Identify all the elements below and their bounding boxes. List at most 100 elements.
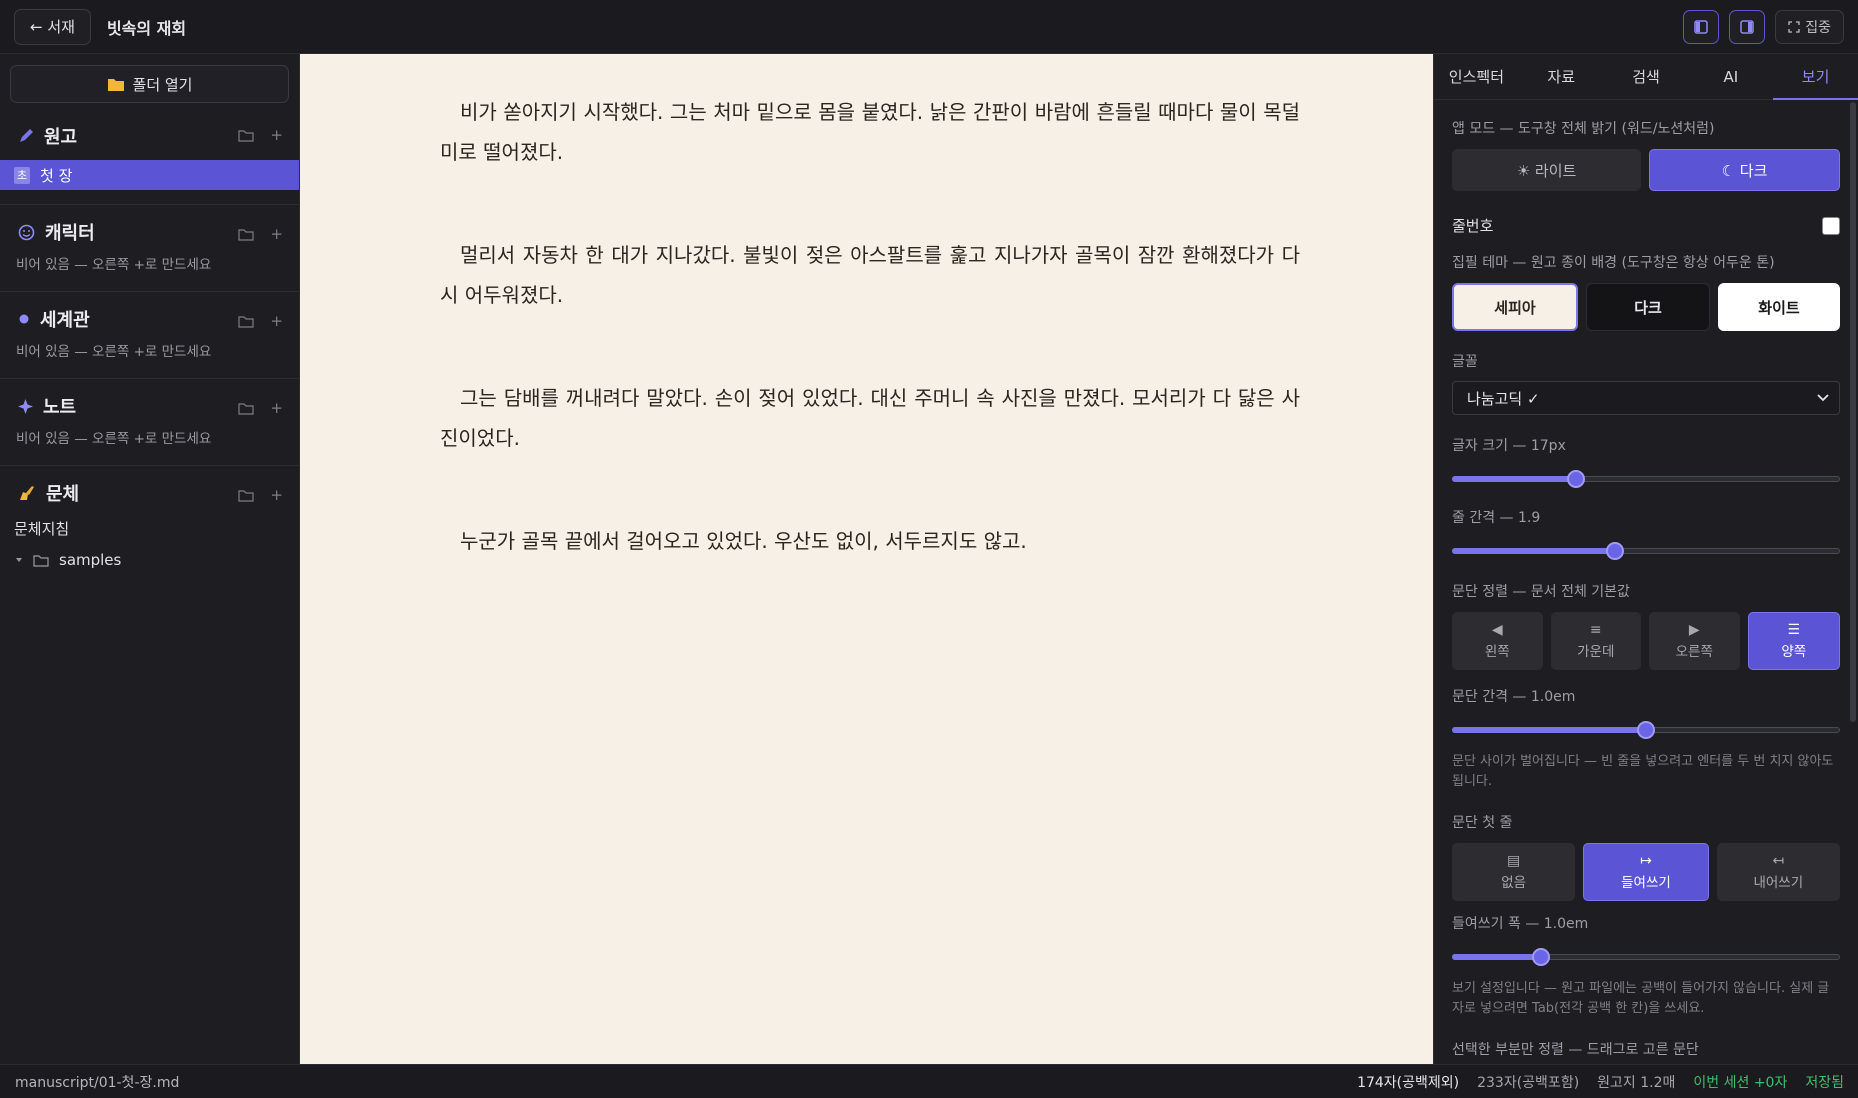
style-actions: + [238, 486, 283, 504]
fullscreen-icon [1788, 21, 1800, 33]
new-folder-icon[interactable] [238, 129, 255, 142]
first-line-none-label: 없음 [1501, 874, 1527, 891]
paragraph[interactable]: 누군가 골목 끝에서 걸어오고 있었다. 우산도 없이, 서두르지도 않고. [440, 521, 1300, 561]
paragraph[interactable]: 비가 쏟아지기 시작했다. 그는 처마 밑으로 몸을 붙였다. 낡은 간판이 바… [440, 92, 1300, 172]
open-folder-label: 폴더 열기 [132, 75, 193, 94]
manuscript-title: 원고 [44, 127, 78, 148]
file-label: 첫 장 [40, 166, 73, 185]
selection-align-label: 선택한 부분만 정렬 — 드래그로 고른 문단 [1452, 1042, 1699, 1058]
tab-resources[interactable]: 자료 [1519, 54, 1604, 99]
line-height-slider[interactable] [1452, 542, 1840, 560]
tab-ai[interactable]: AI [1688, 54, 1773, 99]
status-bar: manuscript/01-첫-장.md 174자(공백제외) 233자(공백포… [0, 1064, 1858, 1098]
add-note-button[interactable]: + [270, 399, 283, 417]
first-line-outdent-label: 내어쓰기 [1753, 874, 1804, 891]
first-line-none-button[interactable]: ▤ 없음 [1452, 843, 1576, 901]
tab-view[interactable]: 보기 [1773, 54, 1858, 100]
theme-white-button[interactable]: 화이트 [1718, 283, 1840, 331]
slider-thumb[interactable] [1567, 470, 1586, 488]
chevron-down-icon [16, 558, 22, 562]
back-to-library-button[interactable]: ← 서재 [14, 8, 91, 45]
app-mode-label: 앱 모드 — 도구창 전체 밝기 (워드/노션처럼) [1452, 121, 1715, 137]
add-manuscript-button[interactable]: + [270, 126, 283, 144]
line-numbers-checkbox[interactable] [1822, 216, 1840, 235]
session-count: 이번 세션 +0자 [1693, 1074, 1788, 1091]
new-folder-icon[interactable] [238, 228, 255, 241]
characters-section: 캐릭터 + 비어 있음 — 오른쪽 +로 만드세요 [0, 205, 299, 292]
notes-section: 노트 + 비어 있음 — 오른쪽 +로 만드세요 [0, 379, 299, 466]
theme-selector: 세피아 다크 화이트 [1452, 283, 1840, 331]
view-settings: 앱 모드 — 도구창 전체 밝기 (워드/노션처럼) ☀ 라이트 ☾ 다크 줄번… [1434, 118, 1858, 1059]
tab-inspector[interactable]: 인스펙터 [1434, 54, 1519, 99]
top-right-controls: 집중 [1683, 10, 1844, 44]
panel-scrollbar[interactable] [1850, 102, 1856, 722]
manuscript-pages: 원고지 1.2매 [1597, 1074, 1676, 1091]
paragraph-spacing-slider[interactable] [1452, 721, 1840, 739]
char-count-no-space: 174자(공백제외) [1357, 1074, 1460, 1091]
theme-sepia-button[interactable]: 세피아 [1452, 283, 1578, 331]
focus-label: 집중 [1805, 20, 1831, 36]
samples-folder[interactable]: samples [0, 539, 299, 569]
add-world-button[interactable]: + [270, 312, 283, 330]
add-character-button[interactable]: + [270, 225, 283, 243]
writing-hand-icon [20, 485, 34, 500]
world-title: 세계관 [40, 310, 90, 331]
focus-mode-button[interactable]: 집중 [1775, 10, 1844, 44]
paragraph[interactable]: 멀리서 자동차 한 대가 지나갔다. 불빛이 젖은 아스팔트를 훑고 지나가자 … [440, 235, 1300, 315]
samples-label: samples [59, 551, 122, 569]
notes-title: 노트 [43, 397, 77, 418]
indent-width-slider[interactable] [1452, 948, 1840, 966]
line-numbers-label: 줄번호 [1452, 217, 1494, 235]
smiley-icon [18, 224, 35, 240]
folder-icon [107, 78, 124, 91]
tab-search[interactable]: 검색 [1604, 54, 1689, 99]
first-line-indent-button[interactable]: ↦ 들여쓰기 [1583, 843, 1709, 901]
paragraph-align-label: 문단 정렬 — 문서 전체 기본값 [1452, 584, 1630, 600]
char-count-with-space: 233자(공백포함) [1477, 1074, 1580, 1091]
left-sidebar: 폴더 열기 원고 + 초 첫 장 캐릭터 + 비어 있음 — 오른쪽 +로 만드… [0, 54, 300, 1064]
open-folder-button[interactable]: 폴더 열기 [10, 65, 289, 103]
characters-title: 캐릭터 [45, 223, 95, 244]
font-size-slider[interactable] [1452, 470, 1840, 488]
add-style-button[interactable]: + [270, 486, 283, 504]
characters-empty-hint: 비어 있음 — 오른쪽 +로 만드세요 [16, 257, 212, 273]
align-left-button[interactable]: ◀ 왼쪽 [1452, 612, 1543, 670]
new-folder-icon[interactable] [238, 402, 255, 415]
font-size-label: 글자 크기 — 17px [1452, 438, 1566, 454]
font-label: 글꼴 [1452, 354, 1478, 370]
toggle-right-panel-button[interactable] [1729, 10, 1766, 44]
new-folder-icon[interactable] [238, 489, 255, 502]
toggle-left-panel-button[interactable] [1683, 10, 1720, 44]
app-mode-toggle: ☀ 라이트 ☾ 다크 [1452, 149, 1840, 191]
manuscript-text[interactable]: 비가 쏟아지기 시작했다. 그는 처마 밑으로 몸을 붙였다. 낡은 간판이 바… [440, 92, 1300, 624]
dark-mode-button[interactable]: ☾ 다크 [1649, 149, 1840, 191]
folder-outline-icon [33, 554, 49, 567]
pencil-icon [20, 129, 33, 142]
paragraph[interactable]: 그는 담배를 꺼내려다 말았다. 손이 젖어 있었다. 대신 주머니 속 사진을… [440, 378, 1300, 458]
align-center-button[interactable]: ≡ 가운데 [1550, 612, 1641, 670]
indent-width-label: 들여쓰기 폭 — 1.0em [1452, 916, 1589, 932]
light-mode-button[interactable]: ☀ 라이트 [1452, 149, 1641, 191]
font-value: 나눔고딕 ✓ [1467, 389, 1540, 408]
document-title: 빗속의 재회 [106, 18, 187, 38]
world-empty-hint: 비어 있음 — 오른쪽 +로 만드세요 [16, 344, 212, 360]
align-right-button[interactable]: ▶ 오른쪽 [1649, 612, 1740, 670]
left-panel-icon [1694, 20, 1708, 34]
file-item-first-chapter[interactable]: 초 첫 장 [0, 160, 299, 190]
align-justify-label: 양쪽 [1781, 643, 1807, 660]
editor-area[interactable]: 비가 쏟아지기 시작했다. 그는 처마 밑으로 몸을 붙였다. 낡은 간판이 바… [300, 54, 1433, 1064]
slider-thumb[interactable] [1605, 542, 1624, 560]
panel-tabs: 인스펙터 자료 검색 AI 보기 [1434, 54, 1858, 100]
world-actions: + [238, 312, 283, 330]
align-left-icon: ◀ [1491, 621, 1503, 638]
style-title: 문체 [46, 484, 80, 505]
slider-thumb[interactable] [1637, 721, 1655, 739]
theme-dark-button[interactable]: 다크 [1586, 283, 1710, 331]
top-bar: ← 서재 빗속의 재회 집중 [0, 0, 1858, 54]
style-guide-item[interactable]: 문체지침 [0, 514, 299, 539]
font-select[interactable]: 나눔고딕 ✓ [1452, 381, 1840, 415]
new-folder-icon[interactable] [238, 315, 255, 328]
first-line-outdent-button[interactable]: ↤ 내어쓰기 [1716, 843, 1840, 901]
align-justify-button[interactable]: ☰ 양쪽 [1747, 612, 1840, 670]
slider-thumb[interactable] [1532, 948, 1551, 966]
